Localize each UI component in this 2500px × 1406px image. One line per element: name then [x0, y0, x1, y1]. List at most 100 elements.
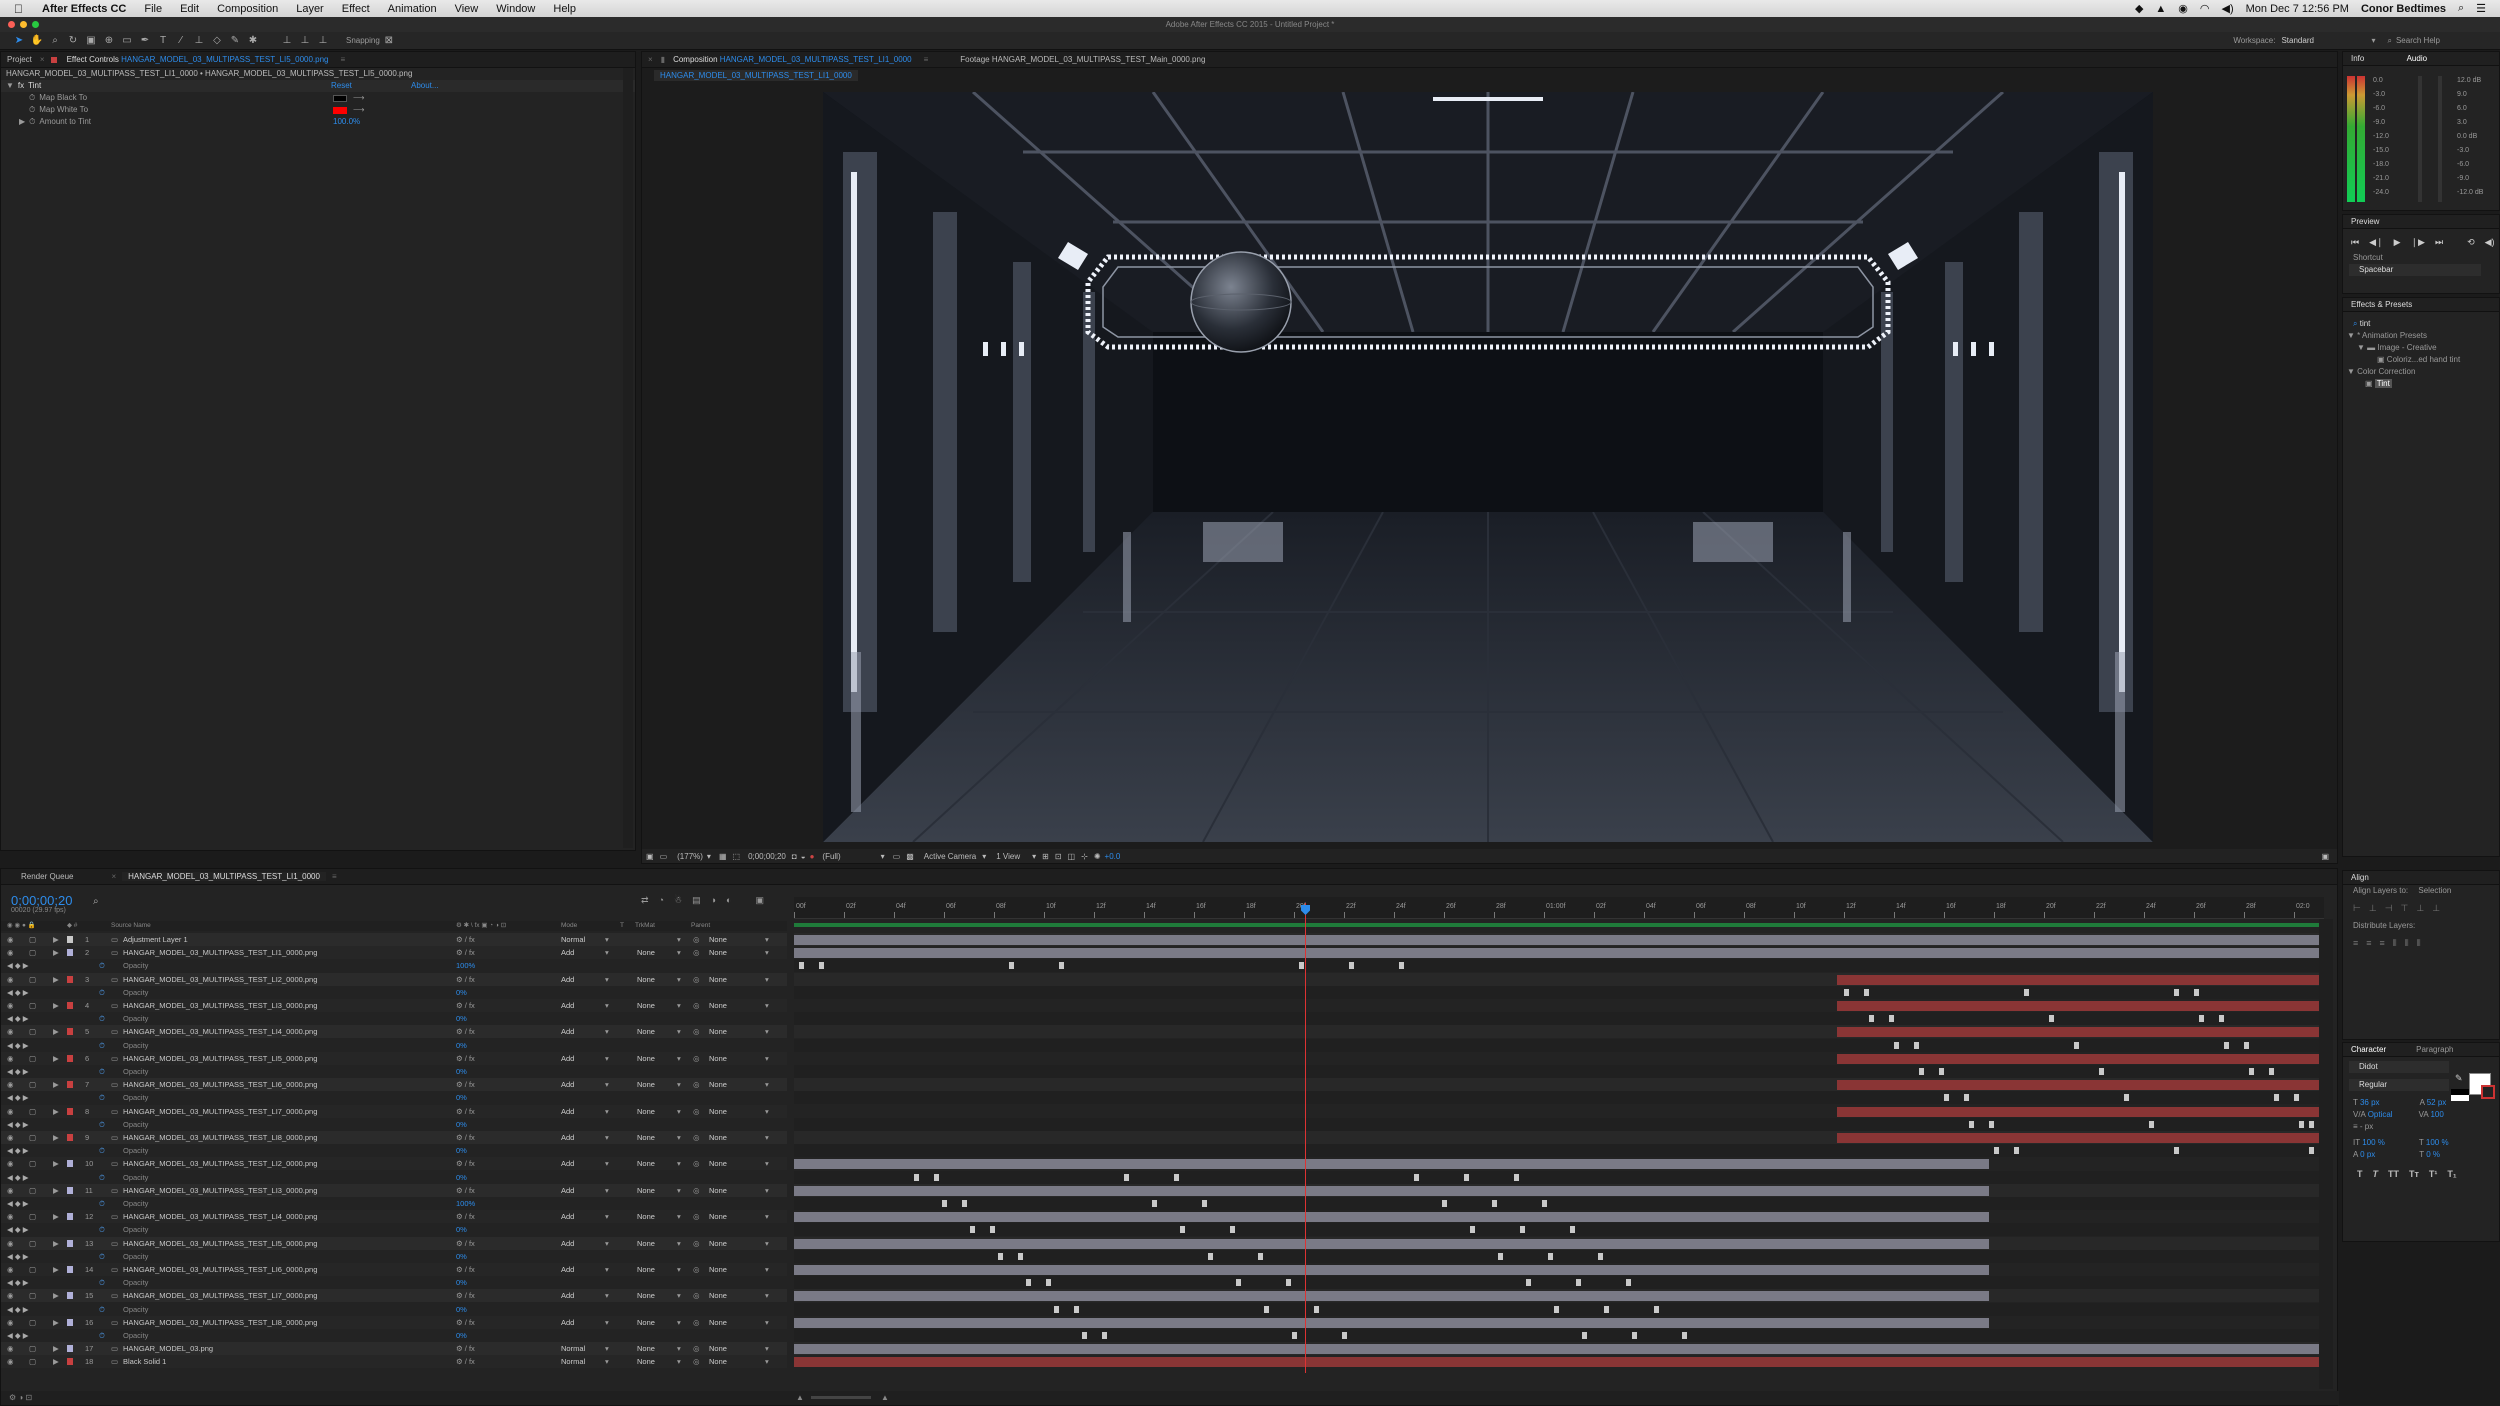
layer-track[interactable] — [794, 1051, 2319, 1065]
keyframe-navigator[interactable]: ◀ ◆ ▶ — [7, 1144, 28, 1157]
keyframe-marker[interactable] — [1864, 988, 1869, 996]
draft-3d-icon[interactable]: ◔ — [659, 895, 664, 906]
visibility-icon[interactable]: ◉ — [7, 1157, 14, 1170]
chevron-down-icon[interactable]: ▾ — [765, 1342, 769, 1355]
layer-trkmat-select[interactable]: None — [637, 1210, 655, 1223]
last-frame-icon[interactable]: ⏭ — [2435, 237, 2443, 248]
sync-icon[interactable]: ▲ — [2155, 3, 2166, 15]
clock[interactable]: Mon Dec 7 12:56 PM — [2246, 3, 2349, 15]
layer-track[interactable] — [794, 1263, 2319, 1276]
layer-source-name[interactable]: HANGAR_MODEL_03_MULTIPASS_TEST_LI6_0000.… — [123, 1078, 317, 1091]
keyframe-track[interactable] — [794, 1223, 2319, 1237]
opacity-property-row[interactable]: ◀ ◆ ▶ ⏱ Opacity 0% — [1, 1302, 787, 1316]
layer-mode-select[interactable]: Add — [561, 1210, 574, 1223]
keyframe-marker[interactable] — [1152, 1200, 1157, 1207]
layer-mode-select[interactable]: Add — [561, 1237, 574, 1250]
layer-disclosure-icon[interactable]: ▶ — [53, 999, 59, 1012]
all-caps-icon[interactable]: TT — [2388, 1169, 2399, 1179]
layer-switches[interactable]: ⚙ / fx — [456, 1184, 475, 1197]
layer-row[interactable]: ◉ ▢ ▶ 17 ▭ HANGAR_MODEL_03.png ⚙ / fx Normal ▾ No… — [1, 1342, 787, 1356]
layer-mode-select[interactable]: Normal — [561, 1355, 585, 1368]
chevron-down-icon[interactable]: ▾ — [765, 946, 769, 959]
solo-icon[interactable]: ▢ — [29, 1316, 36, 1329]
lock-icon[interactable] — [50, 56, 57, 63]
visibility-icon[interactable]: ◉ — [7, 999, 14, 1012]
menu-view[interactable]: View — [446, 3, 488, 15]
layer-duration-bar[interactable] — [1837, 1133, 2319, 1143]
keyframe-track[interactable] — [794, 1302, 2319, 1316]
keyframe-marker[interactable] — [2174, 1147, 2179, 1155]
stopwatch-icon[interactable]: ⏱ — [99, 1171, 105, 1184]
roto-brush-icon[interactable]: ✎ — [228, 35, 242, 47]
keyframe-marker[interactable] — [2309, 1120, 2314, 1128]
layer-parent-select[interactable]: None — [709, 1342, 727, 1355]
chevron-down-icon[interactable]: ▾ — [677, 973, 681, 986]
chevron-down-icon[interactable]: ▾ — [765, 1025, 769, 1038]
opacity-value[interactable]: 0% — [456, 1223, 467, 1236]
stopwatch-icon[interactable]: ⏱ — [99, 1012, 105, 1025]
layer-switches[interactable]: ⚙ / fx — [456, 1316, 475, 1329]
search-help-input[interactable]: Search Help — [2396, 36, 2440, 45]
layer-disclosure-icon[interactable]: ▶ — [53, 1355, 59, 1368]
keyframe-marker[interactable] — [1314, 1305, 1319, 1313]
layer-mode-select[interactable]: Add — [561, 1263, 574, 1276]
layer-trkmat-select[interactable]: None — [637, 1355, 655, 1368]
source-name-header[interactable]: Source Name — [111, 921, 151, 931]
keyframe-marker[interactable] — [1682, 1332, 1687, 1339]
keyframe-marker[interactable] — [1292, 1332, 1297, 1339]
chevron-down-icon[interactable]: ▾ — [605, 1105, 609, 1118]
viewer-menu-icon[interactable]: ▣ — [2321, 852, 2329, 861]
keyframe-navigator[interactable]: ◀ ◆ ▶ — [7, 1065, 28, 1078]
comp-subtab[interactable]: HANGAR_MODEL_03_MULTIPASS_TEST_LI1_0000 — [654, 69, 858, 81]
layer-disclosure-icon[interactable]: ▶ — [53, 1052, 59, 1065]
layer-mode-select[interactable]: Add — [561, 1157, 574, 1170]
keyframe-marker[interactable] — [998, 1252, 1003, 1260]
layer-duration-bar[interactable] — [794, 1357, 2319, 1368]
layer-parent-select[interactable]: None — [709, 1289, 727, 1302]
composition-canvas[interactable] — [823, 92, 2153, 842]
keyframe-marker[interactable] — [934, 1173, 939, 1181]
tree-animation-presets[interactable]: ▼ * Animation Presets — [2343, 330, 2499, 342]
opacity-value[interactable]: 0% — [456, 1118, 467, 1131]
graph-editor-icon[interactable]: ◐ — [726, 895, 731, 906]
keyframe-marker[interactable] — [799, 962, 804, 970]
layer-switches[interactable]: ⚙ / fx — [456, 1105, 475, 1118]
resolution-select[interactable]: (Full) — [822, 852, 840, 861]
keyframe-marker[interactable] — [1994, 1147, 1999, 1155]
keyframe-track[interactable] — [794, 1276, 2319, 1290]
keyframe-marker[interactable] — [1414, 1173, 1419, 1181]
solo-icon[interactable]: ▢ — [29, 1131, 36, 1144]
layer-row[interactable]: ◉ ▢ ▶ 6 ▭ HANGAR_MODEL_03_MULTIPASS_TEST_LI5_… — [1, 1051, 787, 1065]
keyframe-navigator[interactable]: ◀ ◆ ▶ — [7, 1276, 28, 1289]
layer-source-name[interactable]: Adjustment Layer 1 — [123, 933, 188, 946]
label-color-swatch[interactable] — [67, 1318, 73, 1326]
opacity-property-row[interactable]: ◀ ◆ ▶ ⏱ Opacity 0% — [1, 1329, 787, 1342]
opacity-property-row[interactable]: ◀ ◆ ▶ ⏱ Opacity 0% — [1, 1249, 787, 1263]
stopwatch-icon[interactable]: ⏱ — [99, 1118, 105, 1131]
keyframe-marker[interactable] — [1102, 1332, 1107, 1339]
panel-menu-icon[interactable]: ≡ — [918, 55, 935, 64]
map-white-swatch[interactable] — [333, 106, 347, 114]
time-ruler[interactable]: 00f 02f 04f 06f 08f 10f 12f 14f 16f 18f 20f 22f 24f 2… — [794, 897, 2324, 919]
safe-margins-icon[interactable]: ▦ — [719, 852, 727, 861]
keyframe-marker[interactable] — [1514, 1173, 1519, 1181]
layer-row[interactable]: ◉ ▢ ▶ 12 ▭ HANGAR_MODEL_03_MULTIPASS_TEST_LI4… — [1, 1210, 787, 1224]
layer-parent-select[interactable]: None — [709, 973, 727, 986]
chevron-down-icon[interactable]: ▾ — [765, 933, 769, 946]
pan-behind-tool-icon[interactable]: ⊕ — [102, 35, 116, 47]
solo-icon[interactable]: ▢ — [29, 946, 36, 959]
selection-tool-icon[interactable]: ➤ — [12, 35, 26, 47]
parent-pickwhip-icon[interactable]: ◎ — [693, 1342, 700, 1355]
layer-row[interactable]: ◉ ▢ ▶ 14 ▭ HANGAR_MODEL_03_MULTIPASS_TEST_LI6… — [1, 1263, 787, 1276]
solo-icon[interactable]: ▢ — [29, 1263, 36, 1276]
layer-mode-select[interactable]: Normal — [561, 933, 585, 946]
opacity-property-row[interactable]: ◀ ◆ ▶ ⏱ Opacity 0% — [1, 1276, 787, 1290]
keyframe-marker[interactable] — [1018, 1252, 1023, 1260]
app-menu[interactable]: After Effects CC — [33, 3, 135, 15]
keyframe-marker[interactable] — [1054, 1305, 1059, 1313]
keyframe-marker[interactable] — [1526, 1279, 1531, 1287]
layer-mode-select[interactable]: Add — [561, 999, 574, 1012]
layer-row[interactable]: ◉ ▢ ▶ 7 ▭ HANGAR_MODEL_03_MULTIPASS_TEST_LI6_… — [1, 1078, 787, 1092]
layer-mode-select[interactable]: Add — [561, 1184, 574, 1197]
label-color-swatch[interactable] — [67, 1213, 73, 1221]
